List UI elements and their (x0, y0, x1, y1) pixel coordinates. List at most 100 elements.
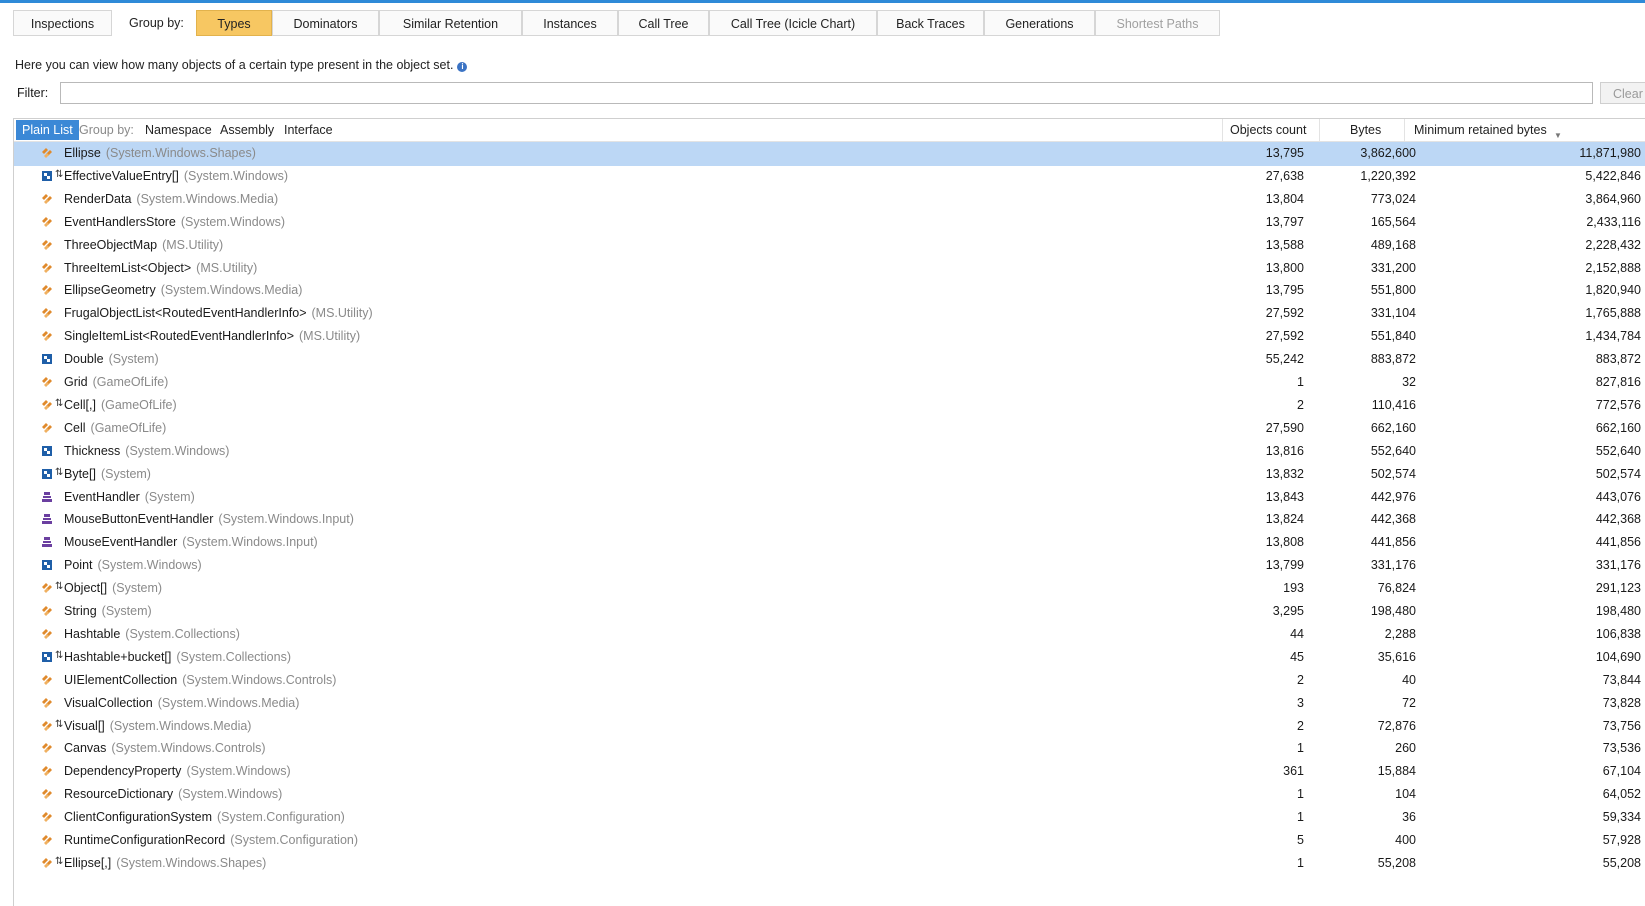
plain-list-button[interactable]: Plain List (16, 120, 79, 140)
table-row[interactable]: Hashtable (System.Collections) 44 2,288 106,… (14, 623, 1645, 647)
table-row[interactable]: ResourceDictionary (System.Windows) 1 104 64… (14, 783, 1645, 807)
table-row[interactable]: EllipseGeometry (System.Windows.Media) 13,… (14, 279, 1645, 303)
tab-similar-retention[interactable]: Similar Retention (379, 10, 522, 36)
objects-count-cell: 3 (1297, 695, 1304, 710)
type-name: EllipseGeometry (System.Windows.Media) (64, 283, 302, 297)
table-row[interactable]: EventHandler (System) 13,843 442,976 443,076 (14, 486, 1645, 510)
column-divider[interactable] (1319, 119, 1320, 141)
table-row[interactable]: ClientConfigurationSystem (System.Configu… (14, 806, 1645, 830)
table-row[interactable]: ⇅ Byte[] (System) 13,832 502,574 502,574 (14, 463, 1645, 487)
table-row[interactable]: VisualCollection (System.Windows.Media) 3 7… (14, 692, 1645, 716)
bytes-cell: 441,856 (1370, 535, 1416, 550)
table-row[interactable]: Ellipse (System.Windows.Shapes) 13,795 3,86… (14, 142, 1645, 166)
type-namespace: (MS.Utility) (299, 329, 361, 344)
table-row[interactable]: Thickness (System.Windows) 13,816 552,640 55… (14, 440, 1645, 464)
objects-count-cell: 2 (1297, 397, 1304, 412)
type-name: Cell[,] (GameOfLife) (64, 398, 177, 412)
tab-shortest-paths[interactable]: Shortest Paths (1095, 10, 1220, 36)
type-name: ClientConfigurationSystem (System.Configu… (64, 810, 345, 824)
group-by-namespace[interactable]: Namespace (145, 119, 212, 141)
inspections-button[interactable]: Inspections (13, 10, 112, 36)
tab-generations[interactable]: Generations (984, 10, 1095, 36)
table-row[interactable]: ThreeItemList<Object> (MS.Utility) 13,800 3… (14, 257, 1645, 281)
table-row[interactable]: DependencyProperty (System.Windows) 361 15,… (14, 760, 1645, 784)
bytes-cell: 331,200 (1370, 260, 1416, 275)
table-row[interactable]: ⇅ Object[] (System) 193 76,824 291,123 (14, 577, 1645, 601)
table-row[interactable]: EventHandlersStore (System.Windows) 13,797… (14, 211, 1645, 235)
tab-dominators[interactable]: Dominators (272, 10, 379, 36)
table-row[interactable]: UIElementCollection (System.Windows.Contr… (14, 669, 1645, 693)
bytes-cell: 1,220,392 (1360, 168, 1416, 183)
table-row[interactable]: Cell (GameOfLife) 27,590 662,160 662,160 (14, 417, 1645, 441)
array-marker-icon: ⇅ (55, 168, 64, 180)
objects-count-cell: 361 (1283, 764, 1304, 779)
tab-call-tree[interactable]: Call Tree (618, 10, 709, 36)
type-name: Byte[] (System) (64, 467, 151, 481)
class-array-icon (40, 856, 54, 870)
column-bytes[interactable]: Bytes (1350, 119, 1381, 141)
objects-count-cell: 5 (1297, 833, 1304, 847)
type-namespace: (GameOfLife) (100, 397, 177, 412)
type-namespace: (System.Windows.Shapes) (116, 855, 267, 870)
array-marker-icon: ⇅ (55, 718, 64, 730)
retained-bytes-cell: 441,856 (1595, 535, 1641, 550)
retained-bytes-cell: 827,816 (1595, 375, 1641, 389)
objects-count-cell: 2 (1297, 672, 1304, 687)
retained-bytes-cell: 57,928 (1602, 833, 1641, 847)
tab-call-tree-icicle[interactable]: Call Tree (Icicle Chart) (709, 10, 877, 36)
struct-array-icon (40, 169, 54, 183)
table-row[interactable]: MouseEventHandler (System.Windows.Input) 1… (14, 531, 1645, 555)
table-row[interactable]: ⇅ Hashtable+bucket[] (System.Collections) 4… (14, 646, 1645, 670)
delegate-icon (40, 535, 54, 549)
info-text: Here you can view how many objects of a … (15, 58, 454, 72)
group-by-interface[interactable]: Interface (284, 119, 333, 141)
class-icon (40, 810, 54, 824)
table-row[interactable]: Canvas (System.Windows.Controls) 1 260 73,53… (14, 737, 1645, 761)
retained-bytes-cell: 73,756 (1602, 718, 1641, 733)
tab-back-traces[interactable]: Back Traces (877, 10, 984, 36)
type-namespace: (MS.Utility) (196, 260, 258, 275)
group-by-assembly[interactable]: Assembly (220, 119, 274, 141)
table-row[interactable]: RuntimeConfigurationRecord (System.Config… (14, 829, 1645, 853)
column-minimum-retained-bytes[interactable]: Minimum retained bytes (1414, 119, 1547, 141)
type-name-text: Point (64, 558, 93, 573)
type-namespace: (System.Windows) (183, 168, 289, 183)
table-row[interactable]: ⇅ EffectiveValueEntry[] (System.Windows) 27… (14, 165, 1645, 189)
table-row[interactable]: FrugalObjectList<RoutedEventHandlerInfo>… (14, 302, 1645, 326)
objects-count-cell: 13,808 (1265, 535, 1304, 550)
info-icon[interactable]: i (457, 62, 468, 72)
bytes-cell: 551,800 (1370, 283, 1416, 298)
column-divider[interactable] (1404, 119, 1405, 141)
type-name-text: ThreeObjectMap (64, 237, 158, 252)
type-name-text: MouseButtonEventHandler (64, 512, 214, 527)
array-marker-icon: ⇅ (55, 397, 64, 409)
table-row[interactable]: Grid (GameOfLife) 1 32 827,816 (14, 371, 1645, 395)
column-divider[interactable] (1222, 119, 1223, 141)
retained-bytes-cell: 291,123 (1595, 581, 1641, 596)
bytes-cell: 76,824 (1377, 581, 1416, 596)
table-row[interactable]: String (System) 3,295 198,480 198,480 (14, 600, 1645, 624)
class-icon (40, 375, 54, 389)
table-row[interactable]: ThreeObjectMap (MS.Utility) 13,588 489,168 2… (14, 234, 1645, 258)
table-row[interactable]: ⇅ Ellipse[,] (System.Windows.Shapes) 1 55,20… (14, 852, 1645, 876)
column-objects-count[interactable]: Objects count (1230, 119, 1306, 141)
table-row[interactable]: ⇅ Cell[,] (GameOfLife) 2 110,416 772,576 (14, 394, 1645, 418)
table-row[interactable]: MouseButtonEventHandler (System.Windows.I… (14, 508, 1645, 532)
type-name: Double (System) (64, 352, 159, 366)
table-row[interactable]: ⇅ Visual[] (System.Windows.Media) 2 72,876 73… (14, 715, 1645, 739)
table-row[interactable]: Point (System.Windows) 13,799 331,176 331,17… (14, 554, 1645, 578)
objects-count-cell: 13,795 (1265, 146, 1304, 160)
clear-button[interactable]: Clear (1600, 82, 1645, 104)
table-row[interactable]: RenderData (System.Windows.Media) 13,804 77… (14, 188, 1645, 212)
table-row[interactable]: SingleItemList<RoutedEventHandlerInfo> (M… (14, 325, 1645, 349)
type-name: String (System) (64, 604, 152, 618)
filter-input[interactable] (60, 82, 1593, 104)
type-name-text: Visual[] (64, 718, 105, 733)
class-array-icon (40, 398, 54, 412)
type-name: UIElementCollection (System.Windows.Contr… (64, 673, 336, 687)
retained-bytes-cell: 442,368 (1595, 512, 1641, 527)
objects-count-cell: 13,588 (1265, 237, 1304, 252)
tab-instances[interactable]: Instances (522, 10, 618, 36)
table-row[interactable]: Double (System) 55,242 883,872 883,872 (14, 348, 1645, 372)
tab-types[interactable]: Types (196, 10, 272, 36)
